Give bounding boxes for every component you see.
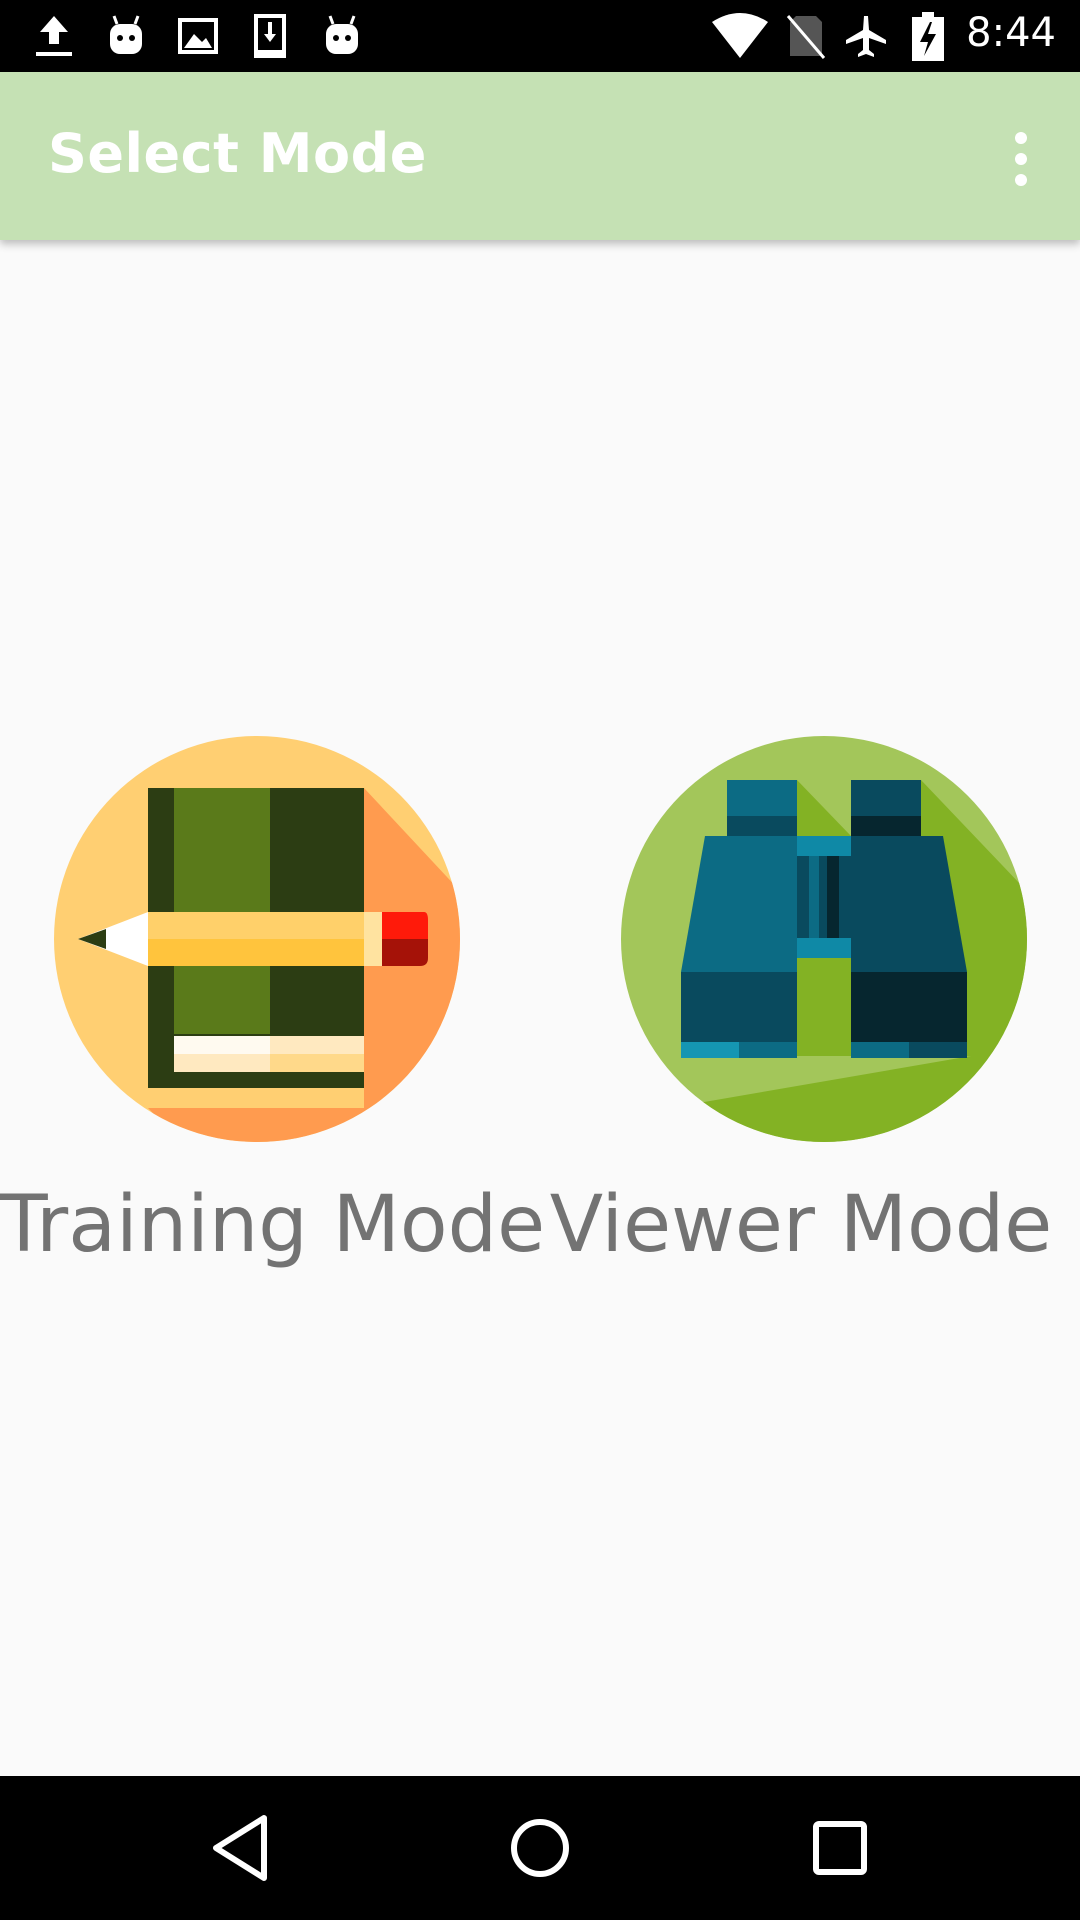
book-pencil-icon: [54, 736, 460, 1142]
status-bar: 8:44: [0, 0, 1080, 72]
home-icon[interactable]: [500, 1808, 580, 1888]
status-time: 8:44: [966, 10, 1056, 56]
android-icon: [110, 15, 142, 54]
training-mode-button[interactable]: Training Mode: [0, 736, 545, 1296]
binoculars-icon: [621, 736, 1027, 1142]
more-vert-icon: [1015, 132, 1027, 144]
upload-icon: [36, 16, 72, 56]
recents-icon[interactable]: [800, 1808, 880, 1888]
image-icon: [178, 18, 218, 54]
navigation-bar: [0, 1776, 1080, 1920]
more-options-button[interactable]: [986, 124, 1056, 194]
wifi-icon: [712, 13, 768, 58]
download-icon: [254, 14, 286, 58]
battery-charging-icon: [912, 12, 944, 61]
page-title: Select Mode: [48, 122, 427, 185]
no-sim-icon: [786, 15, 826, 59]
training-mode-label: Training Mode: [0, 1180, 546, 1270]
android-icon: [326, 15, 358, 54]
viewer-mode-label: Viewer Mode: [549, 1180, 1053, 1270]
back-icon[interactable]: [200, 1808, 280, 1888]
airplane-icon: [846, 16, 886, 57]
app-bar: Select Mode: [0, 72, 1080, 240]
viewer-mode-button[interactable]: Viewer Mode: [550, 736, 1080, 1296]
